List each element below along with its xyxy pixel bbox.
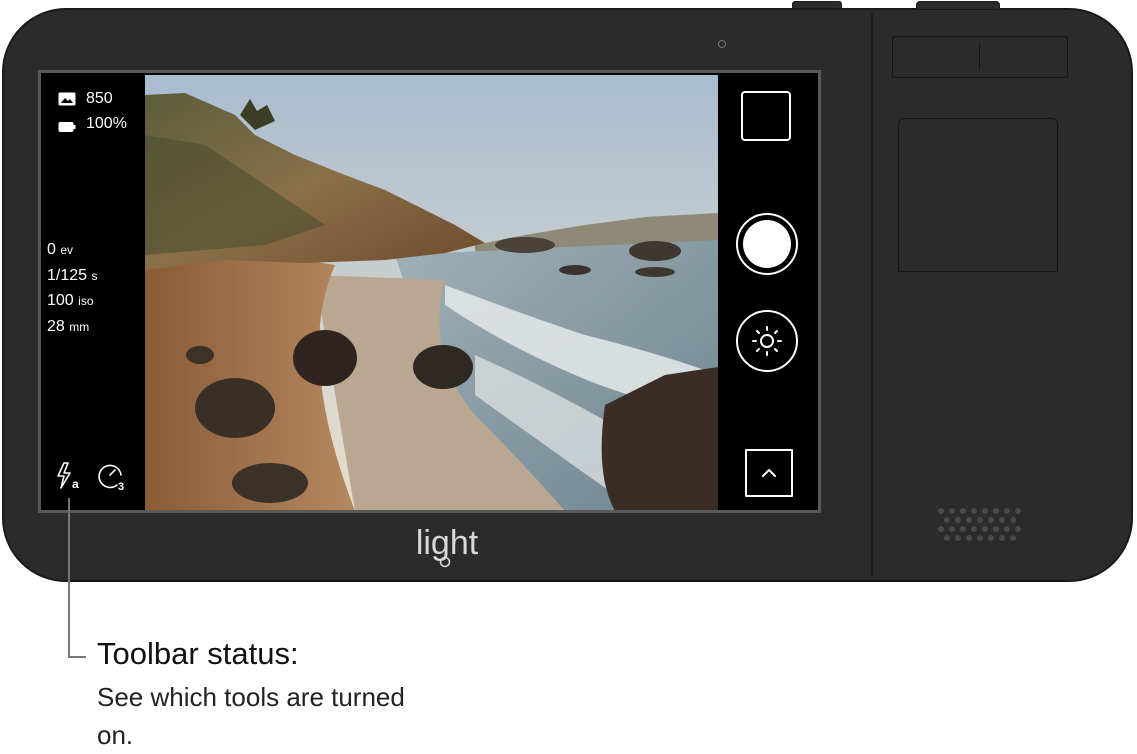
speaker-hole bbox=[993, 526, 999, 532]
ev-readout: 0 ev bbox=[47, 241, 73, 259]
speaker-grille bbox=[938, 508, 1028, 546]
callout-title: Toolbar status: bbox=[97, 636, 299, 671]
speaker-hole bbox=[971, 508, 977, 514]
beach-scene-image bbox=[145, 75, 718, 510]
battery-icon bbox=[58, 120, 76, 132]
speaker-hole bbox=[982, 508, 988, 514]
iso-value: 100 bbox=[47, 292, 74, 309]
speaker-hole bbox=[938, 526, 944, 532]
exposure-settings-button[interactable] bbox=[735, 309, 799, 373]
sun-brightness-icon bbox=[736, 310, 798, 372]
speaker-hole bbox=[977, 535, 983, 541]
iso-unit: iso bbox=[78, 294, 94, 308]
speaker-hole bbox=[966, 517, 972, 523]
speaker-hole bbox=[1004, 508, 1010, 514]
speaker-hole bbox=[949, 526, 955, 532]
brand-logo: light bbox=[412, 524, 482, 570]
grip-pad bbox=[898, 118, 1058, 272]
speaker-hole bbox=[999, 535, 1005, 541]
shutter-button-icon bbox=[736, 213, 798, 275]
shutter-speed-readout: 1/125 s bbox=[47, 267, 98, 285]
flash-auto-icon[interactable]: a bbox=[55, 461, 85, 491]
timer-seconds: 3 bbox=[118, 481, 124, 491]
focal-unit: mm bbox=[69, 320, 90, 334]
speaker-hole bbox=[944, 517, 950, 523]
callout-leader-tick bbox=[68, 656, 86, 658]
speaker-hole bbox=[1004, 526, 1010, 532]
speaker-hole bbox=[949, 508, 955, 514]
callout-leader-line bbox=[68, 498, 70, 656]
photo-count: 850 bbox=[86, 90, 113, 107]
speaker-hole bbox=[999, 517, 1005, 523]
speaker-hole bbox=[977, 517, 983, 523]
speaker-hole bbox=[944, 535, 950, 541]
timer-icon[interactable]: 3 bbox=[97, 461, 129, 493]
viewfinder-preview[interactable] bbox=[145, 75, 718, 510]
rear-panel-slot bbox=[892, 36, 1068, 78]
chevron-up-icon bbox=[762, 469, 776, 477]
speaker-hole bbox=[955, 535, 961, 541]
speaker-hole bbox=[1010, 535, 1016, 541]
speaker-hole bbox=[971, 526, 977, 532]
focal-value: 28 bbox=[47, 318, 65, 335]
proximity-sensor bbox=[718, 40, 726, 48]
speaker-hole bbox=[988, 517, 994, 523]
body-divider bbox=[871, 14, 873, 576]
speaker-hole bbox=[955, 517, 961, 523]
ev-value: 0 bbox=[47, 241, 56, 258]
speaker-hole bbox=[1010, 517, 1016, 523]
speaker-hole bbox=[938, 508, 944, 514]
top-shutter-release bbox=[916, 1, 1000, 10]
gallery-thumbnail-button[interactable] bbox=[741, 91, 791, 141]
battery-level: 100% bbox=[86, 115, 127, 132]
speaker-hole bbox=[988, 535, 994, 541]
speaker-hole bbox=[993, 508, 999, 514]
speaker-hole bbox=[982, 526, 988, 532]
speaker-hole bbox=[1015, 508, 1021, 514]
rear-panel-slot-divider bbox=[979, 44, 980, 70]
camera-screen: 850 100% 0 ev 1/125 s 100 iso 28 mm a 3 bbox=[38, 70, 821, 513]
shutter-button[interactable] bbox=[735, 212, 799, 276]
speaker-hole bbox=[966, 535, 972, 541]
speaker-hole bbox=[1015, 526, 1021, 532]
shutter-unit: s bbox=[91, 269, 98, 283]
top-button bbox=[792, 1, 842, 9]
speaker-hole bbox=[960, 508, 966, 514]
image-icon bbox=[58, 92, 76, 106]
flash-mode-letter: a bbox=[72, 477, 79, 491]
ev-unit: ev bbox=[60, 243, 74, 257]
shutter-value: 1/125 bbox=[47, 267, 88, 284]
expand-menu-button[interactable] bbox=[745, 449, 793, 497]
focal-length-readout: 28 mm bbox=[47, 318, 89, 336]
speaker-hole bbox=[960, 526, 966, 532]
iso-readout: 100 iso bbox=[47, 292, 94, 310]
brand-logo-text: light bbox=[416, 524, 479, 562]
